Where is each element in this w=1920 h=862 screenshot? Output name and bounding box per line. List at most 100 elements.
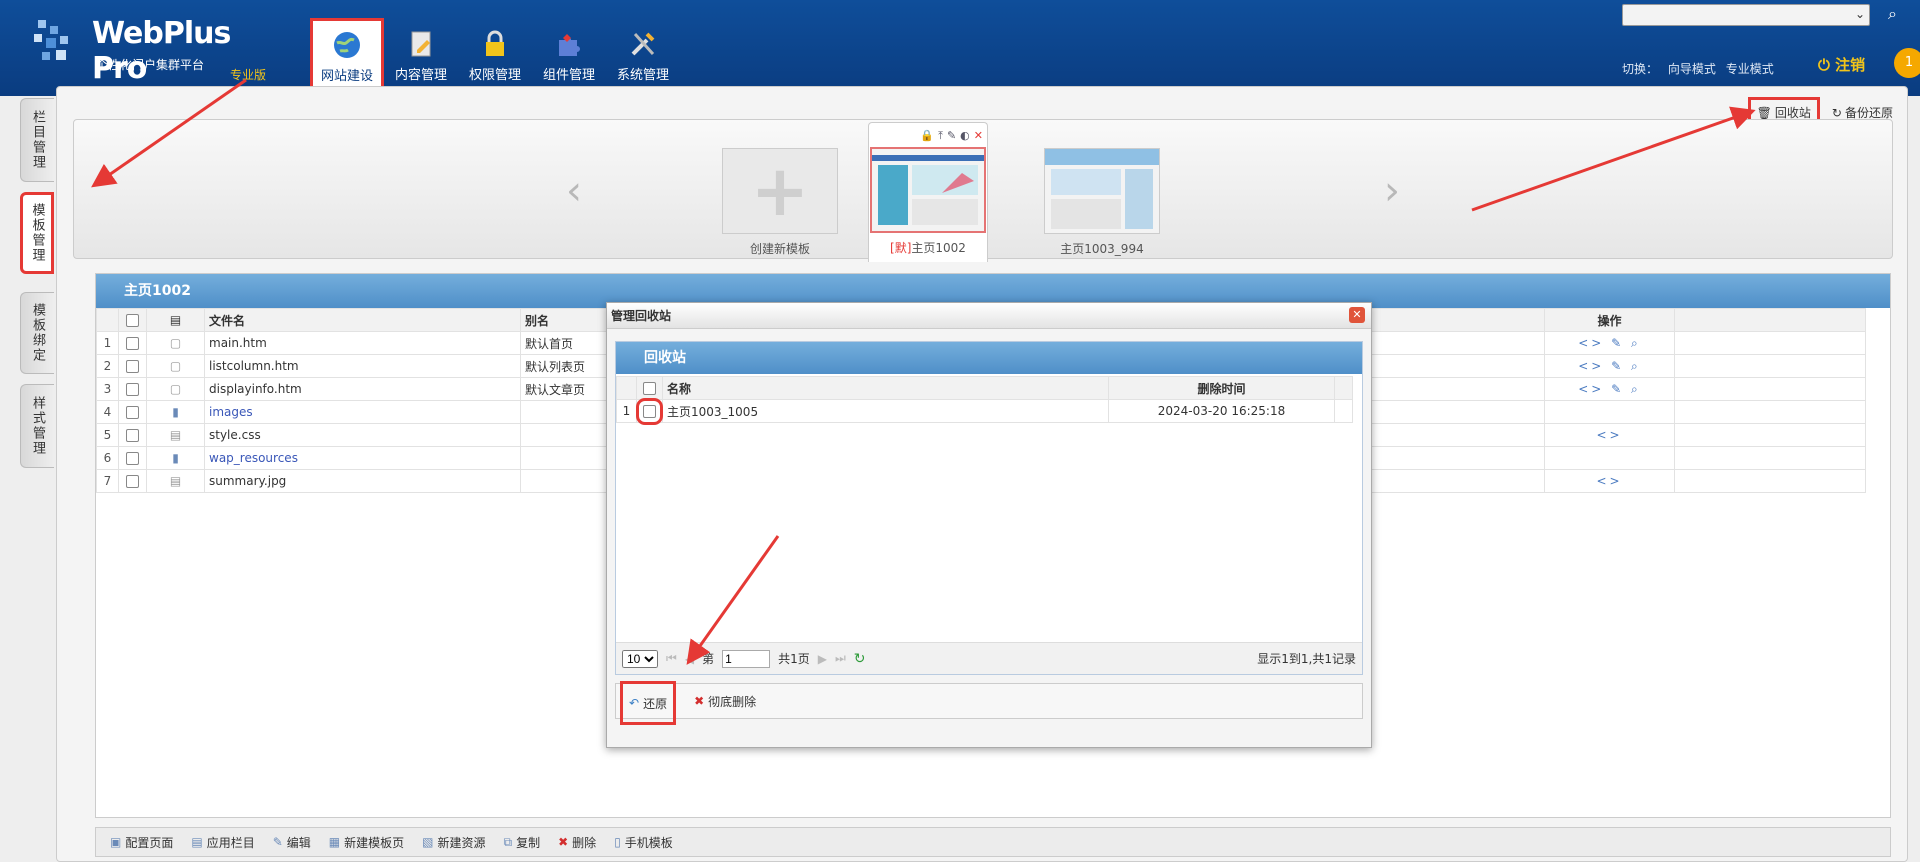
nav-website-build[interactable]: 网站建设	[310, 18, 384, 90]
delete-icon: ✖	[694, 694, 705, 708]
config-page-button[interactable]: ▣ 配置页面	[110, 834, 173, 851]
template-card-home1002[interactable]: 🔒 ⤒ ✎ ◐ ✕ [默]主页1002	[868, 122, 988, 262]
chevron-right-icon[interactable]: ›	[1384, 168, 1400, 214]
side-tab-column-manage[interactable]: 栏目管理	[20, 98, 54, 182]
toolbar-label: 手机模板	[624, 835, 673, 850]
toolbar-label: 新建模板页	[344, 835, 405, 850]
file-name[interactable]: summary.jpg	[204, 469, 521, 493]
file-name[interactable]: style.css	[204, 423, 521, 447]
toolbar-label: 删除	[572, 835, 597, 850]
row-spacer	[1674, 354, 1866, 378]
nav-component-manage[interactable]: 组件管理	[532, 20, 606, 88]
row-ops[interactable]: <> ✎ ⌕	[1544, 377, 1675, 401]
template-label: 主页1003_994	[1060, 242, 1144, 256]
row-spacer	[1674, 377, 1866, 401]
file-name[interactable]: listcolumn.htm	[204, 354, 521, 378]
row-ops[interactable]	[1544, 400, 1675, 424]
mobile-icon: ▯	[614, 835, 621, 849]
row-checkbox[interactable]	[126, 406, 139, 419]
template-strip: ‹ › + 创建新模板 🔒 ⤒ ✎ ◐ ✕ [默]主页1002 主页1003_9…	[73, 119, 1893, 262]
next-page-icon[interactable]: ▶	[818, 652, 827, 666]
restore-button[interactable]: ↶ 还原	[620, 681, 677, 725]
row-ops[interactable]: <>	[1544, 469, 1675, 493]
nav-permission-manage[interactable]: 权限管理	[458, 20, 532, 88]
select-all-checkbox[interactable]	[126, 314, 139, 327]
row-ops[interactable]	[1544, 446, 1675, 470]
header-type: ▤	[146, 308, 205, 332]
close-icon[interactable]: ✕	[1349, 307, 1365, 323]
file-name[interactable]: wap_resources	[204, 446, 521, 470]
user-select[interactable]: ⌄	[1622, 4, 1870, 26]
edit-button[interactable]: ✎ 编辑	[273, 834, 311, 851]
row-select	[118, 354, 147, 378]
file-icon: ▤	[146, 469, 205, 493]
template-card-create[interactable]: + 创建新模板	[720, 130, 840, 258]
file-name[interactable]: images	[204, 400, 521, 424]
row-checkbox[interactable]	[126, 360, 139, 373]
dialog-title-bar: 管理回收站 ✕	[607, 303, 1371, 329]
template-thumbnail-image	[872, 149, 984, 231]
mode-pro-link[interactable]: 专业模式	[1726, 62, 1774, 76]
table-row[interactable]: 1 主页1003_1005 2024-03-20 16:25:18	[616, 398, 1353, 425]
delete-icon: ✖	[558, 835, 569, 849]
row-checkbox[interactable]	[126, 475, 139, 488]
nav-label: 内容管理	[394, 68, 447, 83]
page-size-select[interactable]: 10	[622, 649, 658, 668]
chevron-left-icon[interactable]: ‹	[566, 168, 582, 214]
export-icon[interactable]: ⤒	[938, 129, 943, 143]
apply-column-button[interactable]: ▤ 应用栏目	[191, 834, 254, 851]
refresh-icon: ↻	[1831, 105, 1842, 120]
permanent-delete-button[interactable]: ✖ 彻底删除	[688, 689, 762, 714]
row-number: 7	[96, 469, 119, 493]
delete-button[interactable]: ✖ 删除	[558, 834, 596, 851]
row-checkbox[interactable]	[126, 337, 139, 350]
template-tools: 🔒 ⤒ ✎ ◐ ✕	[920, 129, 983, 143]
file-name[interactable]: displayinfo.htm	[204, 377, 521, 401]
refresh-icon[interactable]: ↻	[854, 651, 866, 667]
mobile-template-button[interactable]: ▯ 手机模板	[614, 834, 673, 851]
file-name[interactable]: main.htm	[204, 331, 521, 355]
side-tab-template-bind[interactable]: 模板绑定	[20, 292, 54, 374]
page-number-input[interactable]	[722, 649, 771, 668]
recycle-bin-panel-title: 回收站	[616, 342, 1362, 374]
row-ops[interactable]: <> ✎ ⌕	[1544, 331, 1675, 355]
logout-button[interactable]: ⏻ 注销	[1818, 54, 1865, 75]
search-icon[interactable]: ⌕	[1888, 4, 1897, 24]
logout-label: 注销	[1835, 56, 1866, 74]
template-card-home1003[interactable]: 主页1003_994	[1042, 130, 1162, 258]
recycle-bin-panel: 回收站 名称 删除时间 1 主页1003_1005 2024-03-20 16:…	[615, 341, 1363, 675]
mode-guide-link[interactable]: 向导模式	[1668, 62, 1716, 76]
edit-icon[interactable]: ✎	[947, 129, 956, 143]
new-resource-button[interactable]: ▧ 新建资源	[422, 834, 485, 851]
row-checkbox[interactable]	[126, 429, 139, 442]
close-icon[interactable]: ✕	[974, 129, 983, 143]
nav-content-manage[interactable]: 内容管理	[384, 20, 458, 88]
logo-edition: 专业版	[230, 68, 267, 82]
default-tag: [默]	[890, 241, 912, 255]
row-ops[interactable]: <>	[1544, 423, 1675, 447]
select-all-checkbox[interactable]	[643, 382, 656, 395]
row-checkbox[interactable]	[126, 383, 139, 396]
file-icon: ▢	[146, 331, 205, 355]
preview-icon[interactable]: ◐	[960, 129, 970, 143]
row-checkbox[interactable]	[126, 452, 139, 465]
prev-page-icon[interactable]: ◀	[685, 652, 694, 666]
side-tab-style-manage[interactable]: 样式管理	[20, 384, 54, 468]
notification-badge[interactable]: 1	[1894, 48, 1920, 78]
copy-button[interactable]: ⧉ 复制	[504, 834, 541, 851]
template-thumbnail	[1044, 148, 1160, 234]
nav-system-manage[interactable]: 系统管理	[606, 20, 680, 88]
lock-icon	[486, 30, 504, 56]
row-ops[interactable]: <> ✎ ⌕	[1544, 354, 1675, 378]
first-page-icon[interactable]: ⏮	[666, 651, 677, 666]
page-prefix: 第	[702, 652, 715, 666]
new-template-page-button[interactable]: ▦ 新建模板页	[329, 834, 404, 851]
side-tab-template-manage[interactable]: 模板管理	[20, 192, 54, 274]
row-checkbox[interactable]	[636, 398, 663, 425]
lock-icon[interactable]: 🔒	[920, 129, 934, 143]
row-number: 4	[96, 400, 119, 424]
toolbar-label: 编辑	[286, 835, 311, 850]
last-page-icon[interactable]: ⏭	[835, 651, 846, 666]
config-icon: ▣	[110, 835, 122, 849]
template-name: 主页1002	[911, 241, 966, 255]
